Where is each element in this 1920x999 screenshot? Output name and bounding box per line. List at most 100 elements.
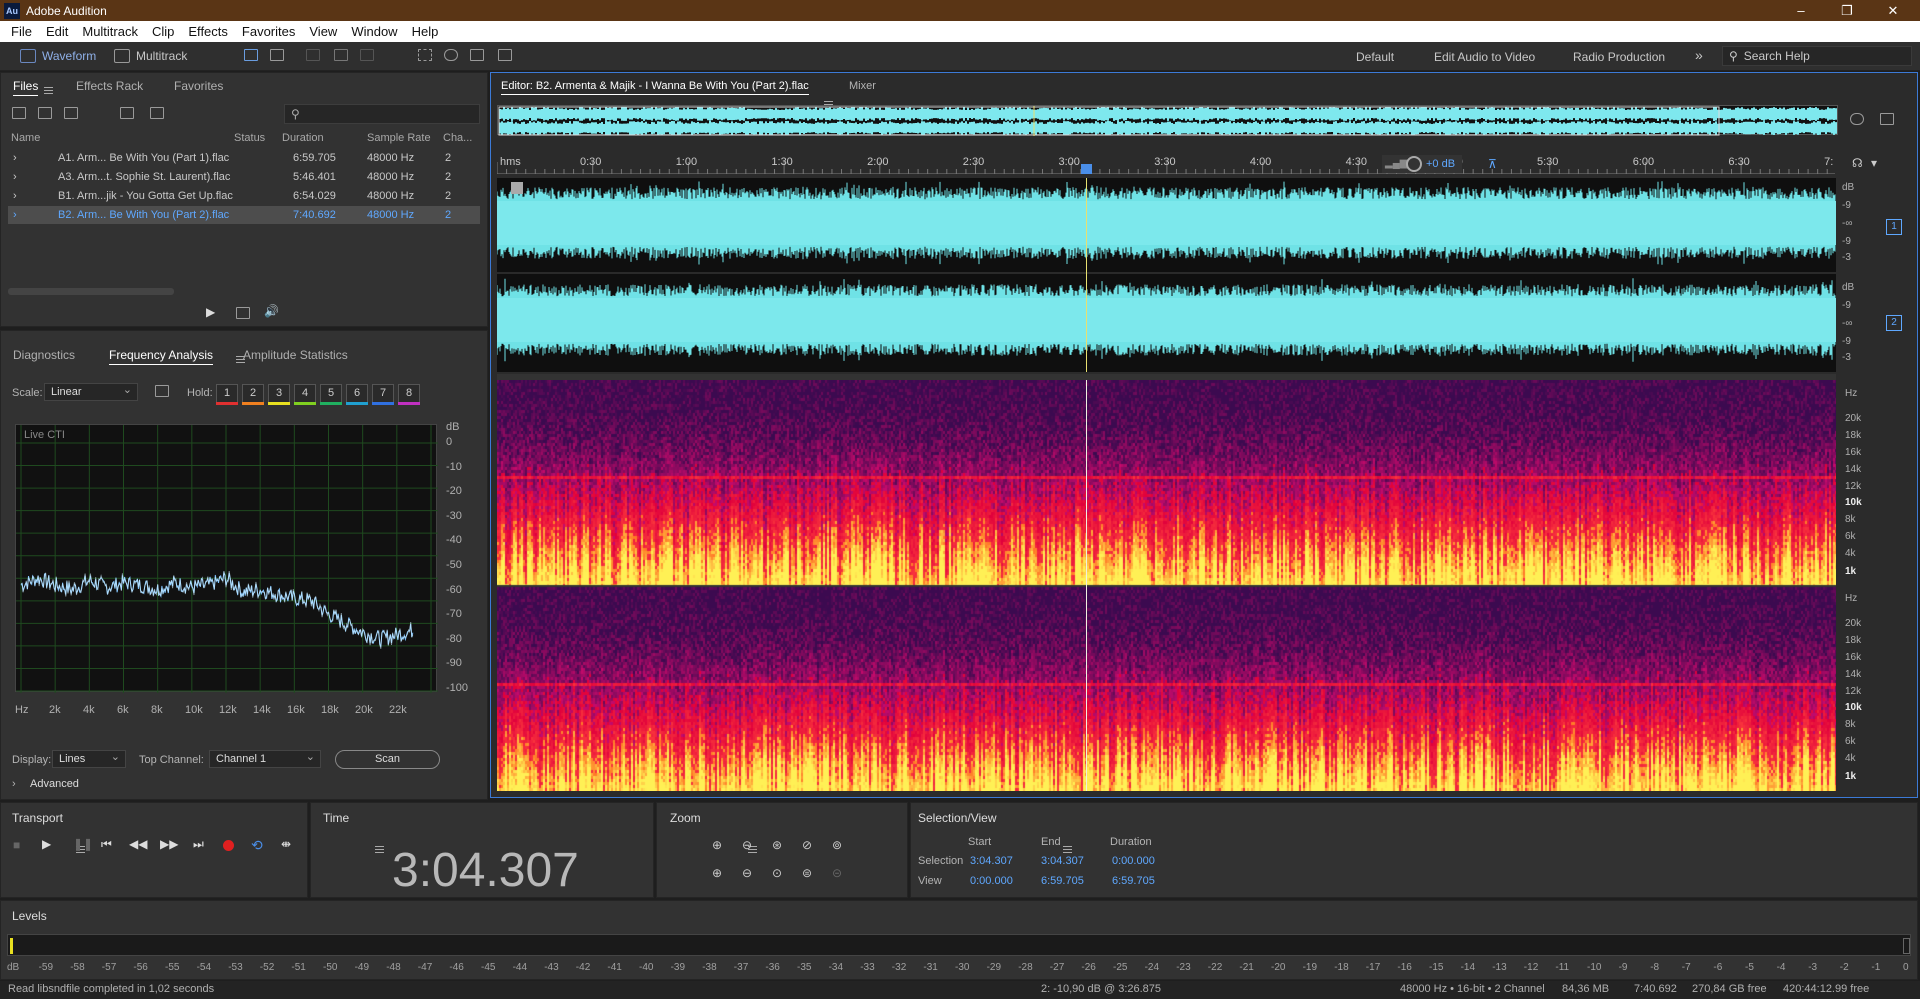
zoom-out-full-icon[interactable]: ⊚ [832, 838, 842, 852]
spectral-waveform-icon[interactable] [244, 49, 258, 61]
selection-duration[interactable]: 0:00.000 [1112, 855, 1155, 867]
menu-window[interactable]: Window [344, 24, 404, 39]
menu-edit[interactable]: Edit [39, 24, 75, 39]
selection-end[interactable]: 3:04.307 [1041, 855, 1084, 867]
files-search-input[interactable]: ⚲ [284, 104, 480, 124]
skip-selection-icon[interactable]: ⇼ [281, 837, 291, 851]
previous-icon[interactable]: ⏮ [101, 837, 112, 852]
column-name[interactable]: Name [11, 132, 40, 144]
selection-start[interactable]: 3:04.307 [970, 855, 1013, 867]
column-duration[interactable]: Duration [282, 132, 324, 144]
playhead-wave[interactable] [1086, 178, 1087, 372]
expand-icon[interactable]: › [13, 171, 17, 183]
playhead-handle[interactable] [1081, 164, 1092, 174]
import-file-icon[interactable] [38, 107, 52, 119]
zoom-in-time-icon[interactable]: ⊛ [772, 838, 782, 852]
column-status[interactable]: Status [234, 132, 265, 144]
tab-frequency-analysis[interactable]: Frequency Analysis [109, 348, 214, 365]
insert-into-multitrack-icon[interactable] [120, 107, 134, 119]
rewind-icon[interactable]: ◀◀ [129, 837, 147, 851]
files-menu-icon[interactable] [44, 87, 53, 95]
menu-file[interactable]: File [4, 24, 39, 39]
search-help-field[interactable]: ⚲ Search Help [1722, 46, 1912, 66]
close-button[interactable]: ✕ [1870, 0, 1916, 21]
scan-button[interactable]: Scan [335, 750, 440, 769]
editor-tab[interactable]: Editor: B2. Armenta & Majik - I Wanna Be… [501, 80, 809, 95]
display-dropdown[interactable]: Lines [52, 750, 126, 768]
zoom-out-time-icon[interactable]: ⊘ [802, 838, 812, 852]
loop-icon[interactable]: ⟲ [251, 837, 263, 854]
delete-icon[interactable] [150, 107, 164, 119]
marker-icon[interactable]: ▾ [1871, 156, 1877, 170]
minimize-button[interactable]: – [1778, 0, 1824, 21]
play-preview-icon[interactable]: ▶ [206, 305, 215, 319]
waveform-button[interactable]: Waveform [20, 49, 96, 63]
playhead-spectral[interactable] [1086, 380, 1087, 791]
slip-tool-icon[interactable] [360, 49, 374, 61]
workspace-default[interactable]: Default [1356, 50, 1394, 64]
hold-button-6[interactable]: 6 [346, 384, 368, 403]
workspace-edit-audio-to-video[interactable]: Edit Audio to Video [1434, 50, 1535, 64]
hold-button-4[interactable]: 4 [294, 384, 316, 403]
menu-multitrack[interactable]: Multitrack [75, 24, 145, 39]
menu-view[interactable]: View [302, 24, 344, 39]
expand-icon[interactable]: › [13, 209, 17, 221]
zoom-selected-clips-icon[interactable]: ⊝ [832, 866, 842, 880]
hud[interactable]: ▂▄▆ +0 dB [1382, 155, 1462, 173]
next-icon[interactable]: ⏭ [193, 837, 204, 852]
file-row[interactable]: › A1. Arm... Be With You (Part 1).flac 6… [8, 149, 480, 167]
time-display[interactable]: 3:04.307 [392, 843, 579, 898]
file-row[interactable]: › A3. Arm...t. Sophie St. Laurent).flac … [8, 168, 480, 186]
multitrack-button[interactable]: Multitrack [114, 49, 187, 63]
menu-help[interactable]: Help [405, 24, 446, 39]
view-options-icon[interactable] [1880, 113, 1894, 125]
waveform-display[interactable] [496, 178, 1836, 372]
lasso-tool-icon[interactable] [444, 49, 458, 61]
record-icon[interactable] [223, 840, 234, 851]
marquee-tool-icon[interactable] [418, 49, 432, 61]
menu-clip[interactable]: Clip [145, 24, 181, 39]
hold-button-2[interactable]: 2 [242, 384, 264, 403]
top-channel-dropdown[interactable]: Channel 1 [209, 750, 321, 768]
tab-amplitude-statistics[interactable]: Amplitude Statistics [243, 348, 348, 362]
razor-tool-icon[interactable] [334, 49, 348, 61]
channel-1-toggle[interactable]: 1 [1886, 219, 1902, 235]
scale-dropdown[interactable]: Linear [44, 383, 138, 401]
waveform-corner-icon[interactable] [511, 182, 523, 194]
more-workspaces-button[interactable]: » [1695, 47, 1703, 63]
view-duration[interactable]: 6:59.705 [1112, 875, 1155, 887]
hold-button-1[interactable]: 1 [216, 384, 238, 403]
zoom-in-amplitude-icon[interactable]: ⊕ [712, 838, 722, 852]
tab-favorites[interactable]: Favorites [174, 79, 223, 93]
advanced-expand-icon[interactable]: › [12, 778, 16, 790]
stop-icon[interactable]: ■ [13, 838, 20, 852]
mixer-tab[interactable]: Mixer [849, 80, 876, 92]
view-end[interactable]: 6:59.705 [1041, 875, 1084, 887]
zoom-to-selection-icon[interactable]: ⊙ [772, 866, 782, 880]
tab-effects-rack[interactable]: Effects Rack [76, 79, 143, 93]
clip-indicator[interactable] [1903, 938, 1910, 954]
zoom-out-point-icon[interactable]: ⊖ [742, 866, 752, 880]
advanced-options-icon[interactable] [155, 385, 169, 397]
channel-2-toggle[interactable]: 2 [1886, 315, 1902, 331]
zoom-selection-edges-icon[interactable]: ⊜ [802, 866, 812, 880]
menu-favorites[interactable]: Favorites [235, 24, 302, 39]
horizontal-scrollbar[interactable] [8, 288, 174, 295]
file-row-selected[interactable]: › B2. Arm... Be With You (Part 2).flac 7… [8, 206, 480, 224]
hold-button-3[interactable]: 3 [268, 384, 290, 403]
zoom-in-point-icon[interactable]: ⊕ [712, 866, 722, 880]
hold-button-5[interactable]: 5 [320, 384, 342, 403]
spectral-display[interactable] [497, 380, 1836, 791]
overview-waveform[interactable] [497, 105, 1838, 136]
brush-tool-icon[interactable] [470, 49, 484, 61]
play-icon[interactable]: ▶ [42, 837, 51, 851]
pin-icon[interactable]: ⊼ [1488, 157, 1497, 171]
auto-play-icon[interactable]: 🔊 [264, 304, 279, 318]
column-sample-rate[interactable]: Sample Rate [367, 132, 431, 144]
zoom-out-amplitude-icon[interactable]: ⊖ [742, 838, 752, 852]
expand-icon[interactable]: › [13, 152, 17, 164]
menu-effects[interactable]: Effects [181, 24, 235, 39]
pause-icon[interactable]: ❚❚ [73, 837, 93, 851]
expand-icon[interactable]: › [13, 190, 17, 202]
workspace-radio-production[interactable]: Radio Production [1573, 50, 1665, 64]
